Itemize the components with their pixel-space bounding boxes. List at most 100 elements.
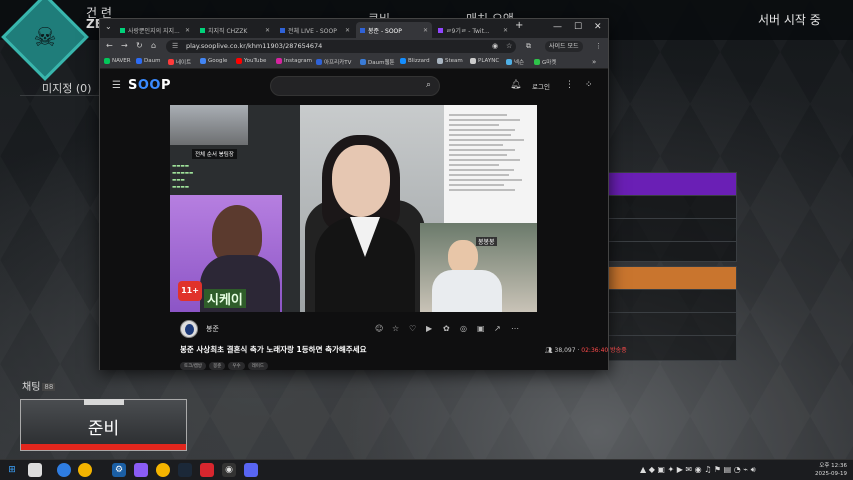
streamer-name[interactable]: 봉준 (206, 324, 219, 334)
clip-icon[interactable]: ▣ (477, 324, 485, 333)
extensions-icon[interactable]: ⧉ (526, 42, 531, 51)
forward-icon[interactable]: → (121, 41, 128, 50)
close-icon[interactable]: ✕ (265, 27, 270, 34)
cam-label-1: 전체 순서 (195, 152, 217, 158)
address-bar[interactable]: ☰ play.sooplive.co.kr/khm11903/287654674 (166, 40, 516, 53)
edge-icon[interactable] (57, 463, 71, 477)
bell-icon[interactable]: 🔔︎ (510, 80, 521, 90)
bookmark-label: NAVER (112, 58, 131, 64)
soop-icon (280, 27, 285, 33)
home-icon[interactable]: ⌂ (151, 41, 156, 50)
more-vert-icon[interactable]: ⋮ (565, 80, 574, 90)
tag[interactable]: 우수 (228, 362, 245, 370)
search-input[interactable]: ⌕ (270, 76, 440, 96)
tab-search-icon[interactable]: ⌄ (105, 22, 112, 31)
bookmark-10[interactable]: PLAYNC (470, 58, 499, 64)
file-explorer-icon[interactable] (28, 463, 42, 477)
team-row[interactable] (608, 196, 736, 219)
chat-title: 채팅 (22, 382, 41, 393)
steam-app-icon[interactable] (178, 463, 192, 477)
valorant-icon[interactable] (200, 463, 214, 477)
windows-start-icon[interactable]: ⊞ (5, 463, 19, 477)
avatar[interactable] (180, 320, 198, 338)
more-bookmarks-icon[interactable]: » (592, 58, 596, 66)
close-icon[interactable]: ✕ (423, 27, 428, 34)
close-window-icon[interactable]: ✕ (594, 22, 602, 32)
chat-label: 채팅 88 (22, 378, 56, 393)
bookmark-1[interactable]: Daum (136, 58, 160, 64)
login-button[interactable]: 로그인 (532, 81, 550, 91)
tab-3[interactable]: 봉준 - SOOP ✕ (356, 22, 432, 38)
minimize-icon[interactable]: — (553, 22, 562, 32)
bookmark-11[interactable]: 넥슨 (506, 58, 524, 66)
eye-off-icon[interactable]: ◉ (492, 42, 498, 50)
apps-grid-icon[interactable]: ⁘ (585, 80, 593, 90)
note-line (449, 159, 520, 161)
search-icon[interactable]: ⌕ (426, 80, 431, 90)
team-row[interactable] (608, 313, 736, 336)
emote-icon[interactable]: ☺ (375, 324, 383, 333)
tab-0[interactable]: 사랑뿐인지의 지지... ✕ (116, 22, 194, 38)
bookmark-star-icon[interactable]: ☆ (506, 42, 512, 50)
tab-4[interactable]: ㄹ9기ㄹ - Twit... ✕ (434, 22, 512, 38)
system-clock[interactable]: 오후 12:36 2025-09-19 (815, 462, 847, 478)
hamburger-menu-icon[interactable]: ☰ (112, 80, 121, 91)
back-icon[interactable]: ← (106, 41, 113, 50)
tag[interactable]: 레이드 (247, 362, 269, 370)
thumbs-up-icon[interactable]: ♡ (409, 324, 416, 333)
team-row[interactable] (608, 267, 736, 290)
tag[interactable]: 봉준 (209, 362, 226, 370)
maximize-icon[interactable]: ☐ (574, 22, 582, 32)
cam-label-2: 봉팀장 (218, 152, 234, 158)
bookmark-6[interactable]: 아프리카TV (316, 58, 351, 66)
close-icon[interactable]: ✕ (503, 27, 508, 34)
chrome-icon[interactable] (78, 463, 92, 477)
close-icon[interactable]: ✕ (345, 27, 350, 34)
bookmark-7[interactable]: Daum웹툰 (360, 58, 395, 66)
share-icon[interactable]: ↗ (494, 324, 501, 333)
bookmark-5[interactable]: Instagram (276, 58, 312, 64)
chrome-active-icon[interactable] (156, 463, 170, 477)
tab-1[interactable]: 치지직 CHZZK ✕ (196, 22, 274, 38)
tray-icons[interactable]: ▲ ◆ ▣ ✦ ▶ ✉ ◉ ♫ ⚑ ▤ ◔ ⌁ 🔊︎ (640, 465, 756, 475)
bookmark-0[interactable]: NAVER (104, 58, 131, 64)
vod-icon[interactable]: ▶ (426, 324, 432, 333)
bookmark-9[interactable]: Steam (437, 58, 463, 64)
ready-button[interactable]: 준비 (20, 399, 187, 451)
team-row[interactable] (608, 290, 736, 313)
tag[interactable]: 토크/캠방 (180, 362, 207, 370)
discord-icon[interactable] (244, 463, 258, 477)
more-icon[interactable]: ⋯ (511, 324, 519, 333)
video-player[interactable]: 전체 순서 봉팀장 ▬▬▬▬ ▬▬▬▬▬ ▬▬▬ ▬▬▬▬ 11+ 시케이 봉봉… (170, 105, 537, 312)
gift-icon[interactable]: ✿ (443, 324, 450, 333)
note-line (449, 129, 516, 131)
twitch-app-icon[interactable] (134, 463, 148, 477)
bookmark-2[interactable]: 네이트 (168, 58, 191, 66)
close-icon[interactable]: ✕ (185, 27, 190, 34)
app-icon[interactable]: ⚙ (112, 463, 126, 477)
obs-icon[interactable]: ◉ (222, 463, 236, 477)
daum-webtoon-icon (360, 59, 366, 65)
video-small-cam (170, 105, 248, 145)
clock-time: 오후 12:36 (819, 463, 847, 469)
team-row[interactable] (608, 173, 736, 196)
soop-logo[interactable]: SOOP (128, 78, 171, 93)
bookmark-3[interactable]: Google (200, 58, 227, 64)
bookmark-12[interactable]: G마켓 (534, 58, 556, 66)
tab-2[interactable]: 전체 LIVE - SOOP ✕ (276, 22, 354, 38)
adballoon-icon[interactable]: ◎ (460, 324, 467, 333)
site-info-icon[interactable]: ☰ (172, 40, 178, 53)
bookmark-4[interactable]: YouTube (236, 58, 266, 64)
team-row[interactable] (608, 219, 736, 242)
menu-icon[interactable]: ⋮ (595, 42, 602, 50)
side-mode-button[interactable]: 사이드 모드 (545, 41, 583, 52)
favorite-star-icon[interactable]: ☆ (392, 324, 399, 333)
clock-date: 2025-09-19 (815, 471, 847, 477)
bookmark-label: 아프리카TV (324, 60, 352, 66)
new-tab-icon[interactable]: + (515, 20, 523, 31)
reload-icon[interactable]: ↻ (136, 41, 143, 50)
note-line (449, 149, 516, 151)
bookmark-8[interactable]: Blizzard (400, 58, 430, 64)
unassigned-count[interactable]: 미지정 (0) (42, 80, 91, 96)
logo-s: S (128, 78, 138, 93)
